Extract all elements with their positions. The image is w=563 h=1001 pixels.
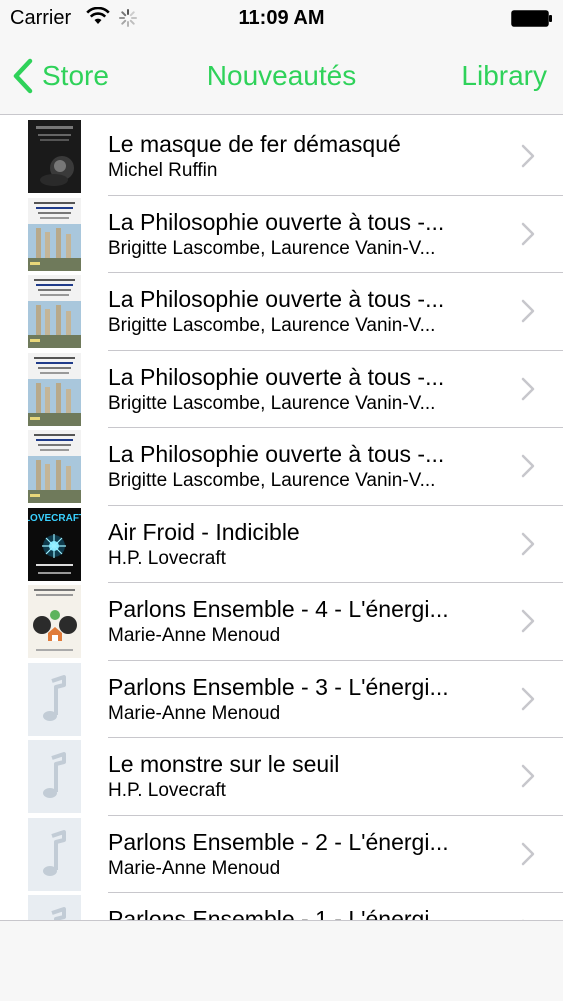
- chevron-right-icon: [521, 144, 535, 173]
- list-item[interactable]: Parlons Ensemble - 4 - L'énergi... Marie-…: [0, 583, 563, 661]
- list-item-text: La Philosophie ouverte à tous -... Brigit…: [108, 284, 503, 338]
- book-cover-image: [28, 120, 81, 193]
- list-item[interactable]: La Philosophie ouverte à tous -... Brigit…: [0, 273, 563, 351]
- library-button[interactable]: Library: [461, 60, 547, 92]
- book-cover-image: [28, 197, 81, 271]
- book-author: Marie-Anne Menoud: [108, 625, 281, 646]
- chevron-right-icon: [521, 299, 535, 328]
- book-author: H.P. Lovecraft: [108, 780, 226, 801]
- book-author: H.P. Lovecraft: [108, 547, 226, 569]
- list-item-text: La Philosophie ouverte à tous -... Brigit…: [108, 439, 503, 493]
- list-item[interactable]: La Philosophie ouverte à tous -... Brigit…: [0, 428, 563, 506]
- music-note-icon: [28, 817, 81, 891]
- list-item[interactable]: Le monstre sur le seuil H.P. Lovecraft: [0, 738, 563, 816]
- book-list: Le masque de fer démasqué Michel Ruffin La…: [0, 118, 563, 920]
- list-item-text: Parlons Ensemble - 2 - L'énergi... Marie-…: [108, 827, 503, 881]
- music-note-icon: [28, 895, 81, 920]
- list-item-text: Parlons Ensemble - 3 - L'énergi... Marie-…: [108, 672, 503, 726]
- music-note-icon: [28, 740, 81, 813]
- book-title: La Philosophie ouverte à tous -...: [108, 441, 445, 467]
- book-title: Le monstre sur le seuil: [108, 751, 340, 777]
- book-author: Brigitte Lascombe, Laurence Vanin-V...: [108, 237, 436, 259]
- chevron-right-icon: [521, 222, 535, 251]
- list-item-text: Le masque de fer démasqué Michel Ruffin: [108, 129, 503, 183]
- book-author: Marie-Anne Menoud: [108, 857, 281, 879]
- list-item-text: Air Froid - Indicible H.P. Lovecraft: [108, 517, 503, 571]
- book-title: La Philosophie ouverte à tous -...: [108, 208, 445, 235]
- bottom-toolbar: [0, 920, 563, 1001]
- book-title: Parlons Ensemble - 3 - L'énergi...: [108, 673, 449, 700]
- book-cover-image: [28, 275, 81, 348]
- chevron-right-icon: [521, 842, 535, 871]
- book-author: Marie-Anne Menoud: [108, 702, 281, 724]
- book-title: La Philosophie ouverte à tous -...: [108, 363, 445, 390]
- chevron-right-icon: [521, 764, 535, 793]
- list-item[interactable]: Le masque de fer démasqué Michel Ruffin: [0, 118, 563, 196]
- book-cover-image: [28, 585, 81, 658]
- book-author: Brigitte Lascombe, Laurence Vanin-V...: [108, 315, 436, 336]
- list-item[interactable]: La Philosophie ouverte à tous -... Brigit…: [0, 351, 563, 428]
- book-title: Le masque de fer démasqué: [108, 131, 401, 157]
- list-item-text: La Philosophie ouverte à tous -... Brigit…: [108, 362, 503, 416]
- book-cover-image: LOVECRAFT: [28, 507, 81, 581]
- navigation-bar: Store Nouveautés Library: [0, 38, 563, 115]
- status-time: 11:09 AM: [238, 7, 325, 29]
- chevron-right-icon: [521, 687, 535, 716]
- book-title: Parlons Ensemble - 4 - L'énergi...: [108, 596, 449, 622]
- book-title: Parlons Ensemble - 1 - L'énergi...: [108, 906, 449, 920]
- list-item[interactable]: La Philosophie ouverte à tous -... Brigit…: [0, 196, 563, 273]
- status-bar: Carrier 11:09 AM: [0, 0, 563, 38]
- svg-text:LOVECRAFT: LOVECRAFT: [28, 513, 81, 524]
- list-item[interactable]: Parlons Ensemble - 3 - L'énergi... Marie-…: [0, 661, 563, 738]
- book-cover-image: [28, 352, 81, 426]
- list-item-text: Le monstre sur le seuil H.P. Lovecraft: [108, 749, 503, 803]
- list-item[interactable]: Parlons Ensemble - 1 - L'énergi...: [0, 893, 563, 920]
- book-title: Air Froid - Indicible: [108, 518, 300, 545]
- book-author: Michel Ruffin: [108, 160, 218, 181]
- list-item-text: Parlons Ensemble - 4 - L'énergi... Marie-…: [108, 594, 503, 648]
- list-item[interactable]: LOVECRAFT Air Froid - IndicibleH.P. Lovec…: [0, 506, 563, 583]
- book-author: Brigitte Lascombe, Laurence Vanin-V...: [108, 392, 436, 414]
- music-note-icon: [28, 662, 81, 736]
- chevron-right-icon: [521, 609, 535, 638]
- book-title: La Philosophie ouverte à tous -...: [108, 286, 445, 312]
- battery-icon: [511, 10, 553, 27]
- list-item-text: La Philosophie ouverte à tous -... Brigit…: [108, 207, 503, 261]
- list-item[interactable]: Parlons Ensemble - 2 - L'énergi... Marie-…: [0, 816, 563, 893]
- book-author: Brigitte Lascombe, Laurence Vanin-V...: [108, 470, 436, 491]
- chevron-right-icon: [521, 377, 535, 406]
- chevron-right-icon: [521, 454, 535, 483]
- book-cover-image: [28, 430, 81, 503]
- book-title: Parlons Ensemble - 2 - L'énergi...: [108, 828, 449, 855]
- list-item-text: Parlons Ensemble - 1 - L'énergi...: [108, 904, 503, 920]
- chevron-right-icon: [521, 532, 535, 561]
